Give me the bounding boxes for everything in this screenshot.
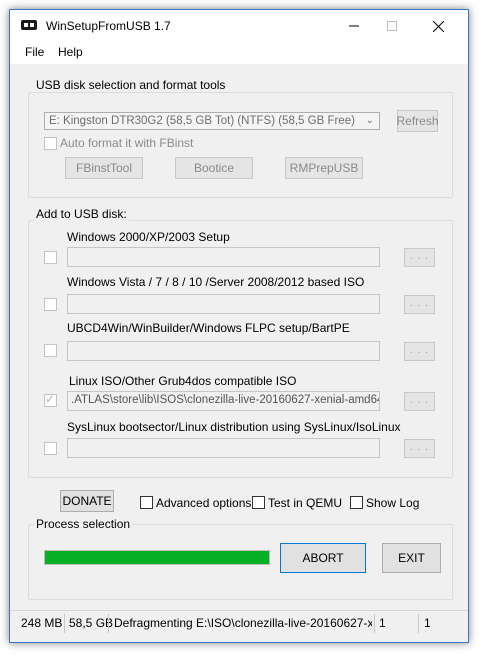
status-message: Defragmenting E:\ISO\clonezilla-live-201… (114, 616, 372, 630)
entry-path-ubcd[interactable] (67, 341, 380, 361)
status-separator (418, 614, 419, 633)
entry-checkbox-linux[interactable]: ✓ (44, 392, 57, 407)
status-separator (64, 614, 65, 633)
usb-disk-select[interactable]: E: Kingston DTR30G2 (58,5 GB Tot) (NTFS)… (44, 112, 380, 130)
show-log-checkbox[interactable] (350, 496, 363, 509)
entry-label-linux: Linux ISO/Other Grub4dos compatible ISO (69, 374, 297, 388)
menu-help[interactable]: Help (58, 45, 83, 59)
check-mark-icon: ✓ (45, 392, 56, 406)
entry-path-winxp[interactable] (67, 247, 380, 267)
abort-button[interactable]: ABORT (280, 543, 366, 573)
progress-fill (45, 551, 269, 564)
browse-button-winxp[interactable]: . . . (404, 248, 435, 267)
chevron-down-icon: ⌄ (365, 115, 374, 126)
refresh-button[interactable]: Refresh (396, 110, 439, 132)
app-icon (21, 20, 37, 30)
bootice-button[interactable]: Bootice (175, 157, 253, 179)
status-count-1: 1 (379, 616, 386, 630)
browse-button-linux[interactable]: . . . (404, 392, 435, 411)
status-count-2: 1 (424, 616, 431, 630)
process-group-label: Process selection (34, 517, 133, 531)
maximize-button[interactable] (369, 10, 415, 42)
usb-disk-value: E: Kingston DTR30G2 (58,5 GB Tot) (NTFS)… (49, 115, 355, 127)
test-qemu-checkbox[interactable] (252, 496, 265, 509)
menu-file[interactable]: File (25, 45, 44, 59)
menu-bar: File Help (10, 42, 468, 64)
entry-path-linux[interactable]: .ATLAS\store\lib\ISOS\clonezilla-live-20… (67, 391, 380, 411)
close-icon (432, 20, 444, 32)
advanced-options-checkbox[interactable] (140, 496, 153, 509)
advanced-options-label: Advanced options (156, 496, 252, 510)
progress-bar (44, 550, 270, 565)
browse-button-vista[interactable]: . . . (404, 295, 435, 314)
main-window: WinSetupFromUSB 1.7 File Help USB disk s… (9, 9, 469, 643)
fbinsttool-button[interactable]: FBinstTool (65, 157, 143, 179)
window-title: WinSetupFromUSB 1.7 (46, 19, 171, 33)
status-size-used: 248 MB (21, 616, 63, 630)
entry-path-vista[interactable] (67, 294, 380, 314)
entry-label-winxp: Windows 2000/XP/2003 Setup (67, 230, 230, 244)
status-separator (108, 614, 109, 633)
close-button[interactable] (415, 10, 461, 42)
exit-button[interactable]: EXIT (382, 543, 441, 573)
entry-label-syslinux: SysLinux bootsector/Linux distribution u… (67, 420, 401, 434)
auto-format-checkbox[interactable] (44, 137, 57, 150)
entry-label-vista: Windows Vista / 7 / 8 / 10 /Server 2008/… (67, 275, 365, 289)
status-size-total: 58,5 GB (69, 616, 114, 630)
rmprepusb-button[interactable]: RMPrepUSB (285, 157, 363, 179)
add-to-usb-group-label: Add to USB disk: (34, 207, 129, 221)
entry-checkbox-vista[interactable] (44, 298, 57, 311)
test-qemu-label: Test in QEMU (268, 496, 343, 510)
show-log-label: Show Log (366, 496, 420, 510)
title-bar: WinSetupFromUSB 1.7 (10, 10, 468, 42)
browse-button-syslinux[interactable]: . . . (404, 439, 435, 458)
entry-checkbox-syslinux[interactable] (44, 442, 57, 455)
minimize-icon (349, 25, 359, 27)
maximize-icon (387, 21, 397, 31)
status-bar: 248 MB 58,5 GB Defragmenting E:\ISO\clon… (10, 610, 468, 637)
entry-checkbox-winxp[interactable] (44, 251, 57, 264)
auto-format-label: Auto format it with FBinst (60, 136, 194, 150)
entry-path-syslinux[interactable] (67, 438, 380, 458)
entry-label-ubcd: UBCD4Win/WinBuilder/Windows FLPC setup/B… (67, 321, 350, 335)
entry-checkbox-ubcd[interactable] (44, 344, 57, 357)
browse-button-ubcd[interactable]: . . . (404, 342, 435, 361)
status-separator (374, 614, 375, 633)
usb-disk-group-label: USB disk selection and format tools (34, 78, 228, 92)
donate-button[interactable]: DONATE (60, 490, 114, 512)
